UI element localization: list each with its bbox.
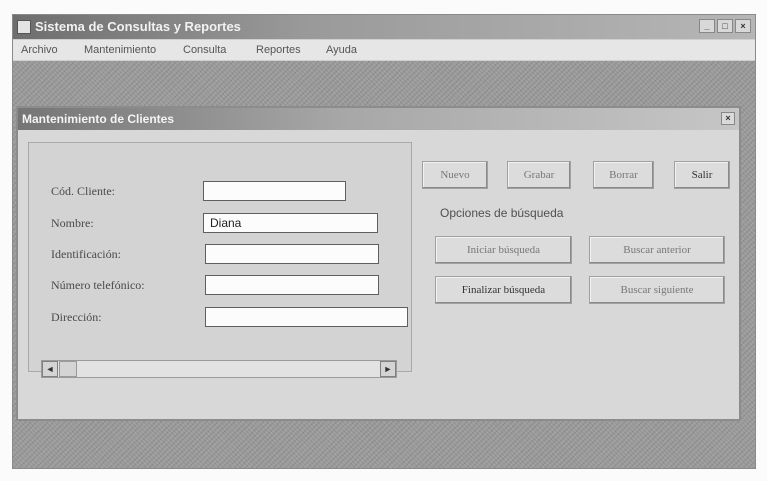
identificacion-label: Identificación:: [51, 247, 121, 261]
nuevo-button[interactable]: Nuevo: [422, 161, 488, 189]
minimize-icon[interactable]: _: [699, 19, 715, 33]
scroll-left-icon[interactable]: ◄: [42, 361, 58, 377]
horizontal-scrollbar[interactable]: ◄ ►: [41, 360, 397, 378]
direccion-input[interactable]: [205, 307, 408, 327]
nombre-label: Nombre:: [51, 216, 94, 230]
child-close-icon[interactable]: ×: [721, 112, 735, 125]
child-title: Mantenimiento de Clientes: [22, 112, 175, 126]
search-options-title: Opciones de búsqueda: [440, 206, 564, 220]
iniciar-busqueda-button[interactable]: Iniciar búsqueda: [435, 236, 572, 264]
finalizar-busqueda-button[interactable]: Finalizar búsqueda: [435, 276, 572, 304]
scroll-right-icon[interactable]: ►: [380, 361, 396, 377]
clientes-window: Mantenimiento de Clientes × Cód. Cliente…: [16, 106, 741, 421]
cod-cliente-input[interactable]: [203, 181, 346, 201]
telefono-label: Número telefónico:: [51, 278, 145, 292]
menu-mantenimiento[interactable]: Mantenimiento: [84, 40, 156, 60]
nombre-input[interactable]: [203, 213, 378, 233]
app-title: Sistema de Consultas y Reportes: [35, 19, 241, 34]
app-title-bar[interactable]: Sistema de Consultas y Reportes _ □ ×: [13, 15, 755, 39]
menu-reportes[interactable]: Reportes: [256, 40, 301, 60]
menu-consulta[interactable]: Consulta: [183, 40, 226, 60]
window-controls: _ □ ×: [699, 19, 751, 33]
menu-bar: Archivo Mantenimiento Consulta Reportes …: [13, 40, 755, 60]
salir-button[interactable]: Salir: [674, 161, 730, 189]
buscar-siguiente-button[interactable]: Buscar siguiente: [589, 276, 725, 304]
telefono-input[interactable]: [205, 275, 379, 295]
client-form-panel: Cód. Cliente: Nombre: Identificación: Nú…: [28, 142, 412, 378]
identificacion-input[interactable]: [205, 244, 379, 264]
scroll-thumb[interactable]: [59, 361, 77, 377]
menu-archivo[interactable]: Archivo: [21, 40, 58, 60]
grabar-button[interactable]: Grabar: [507, 161, 571, 189]
direccion-label: Dirección:: [51, 310, 102, 324]
child-title-bar[interactable]: Mantenimiento de Clientes ×: [18, 108, 739, 130]
borrar-button[interactable]: Borrar: [593, 161, 654, 189]
buscar-anterior-button[interactable]: Buscar anterior: [589, 236, 725, 264]
cod-cliente-label: Cód. Cliente:: [51, 184, 115, 198]
maximize-icon[interactable]: □: [717, 19, 733, 33]
menu-ayuda[interactable]: Ayuda: [326, 40, 357, 60]
app-icon: [17, 20, 31, 34]
close-icon[interactable]: ×: [735, 19, 751, 33]
